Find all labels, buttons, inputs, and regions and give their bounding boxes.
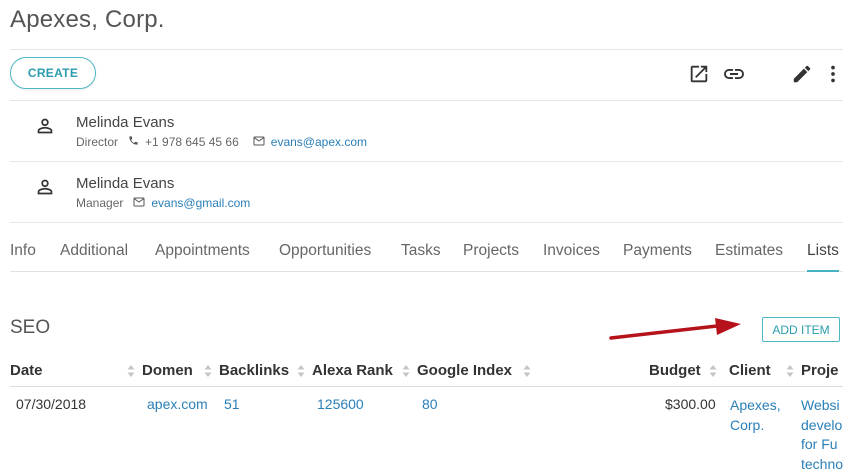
cell-budget: $300.00: [665, 396, 716, 412]
tab-estimates[interactable]: Estimates: [715, 242, 783, 272]
tab-lists[interactable]: Lists: [807, 242, 839, 272]
contact-role: Director: [76, 135, 119, 149]
contact-email-link[interactable]: evans@gmail.com: [151, 196, 250, 210]
cell-alexa-rank-link[interactable]: 125600: [317, 396, 364, 412]
email-icon: [133, 196, 145, 210]
sort-icon[interactable]: [204, 364, 212, 378]
column-header-client[interactable]: Client: [729, 362, 771, 379]
sort-icon[interactable]: [127, 364, 135, 378]
contact-email-link[interactable]: evans@apex.com: [271, 135, 367, 149]
client-line: Corp.: [730, 416, 765, 433]
link-icon[interactable]: [722, 62, 746, 86]
tab-tasks[interactable]: Tasks: [401, 242, 441, 272]
email-icon: [253, 135, 265, 149]
annotation-arrow-icon: [609, 318, 741, 340]
sort-icon[interactable]: [786, 364, 794, 378]
contact-meta: Director +1 978 645 45 66 evans@apex.com: [76, 135, 367, 149]
tab-appointments[interactable]: Appointments: [155, 242, 250, 272]
create-button[interactable]: CREATE: [10, 57, 96, 89]
column-header-domen[interactable]: Domen: [142, 362, 193, 379]
header-divider: [10, 49, 843, 50]
sort-icon[interactable]: [709, 364, 717, 378]
page-title: Apexes, Corp.: [10, 6, 165, 33]
edit-pencil-icon[interactable]: [790, 62, 814, 86]
column-header-date[interactable]: Date: [10, 362, 43, 379]
tab-projects[interactable]: Projects: [463, 242, 519, 272]
phone-icon: [128, 135, 139, 149]
column-header-alexa-rank[interactable]: Alexa Rank: [312, 362, 393, 379]
cell-date: 07/30/2018: [16, 396, 87, 412]
sort-icon[interactable]: [297, 364, 305, 378]
client-line: Apexes,: [730, 397, 781, 413]
tab-payments[interactable]: Payments: [623, 242, 692, 272]
project-line: Websi: [801, 397, 840, 413]
table-row[interactable]: 07/30/2018 apex.com 51 125600 80 $300.00…: [10, 388, 843, 473]
tab-bar: Info Additional Appointments Opportuniti…: [10, 240, 843, 272]
contact-phone[interactable]: +1 978 645 45 66: [145, 135, 239, 149]
tab-additional[interactable]: Additional: [60, 242, 128, 272]
more-vert-icon[interactable]: [821, 62, 843, 86]
cell-backlinks-link[interactable]: 51: [224, 396, 240, 412]
contact-meta: Manager evans@gmail.com: [76, 196, 250, 210]
project-line: for Fu: [801, 436, 838, 452]
table-header: Date Domen Backlinks Alexa Rank Google I…: [10, 358, 843, 387]
person-icon: [34, 115, 56, 137]
cell-domen-link[interactable]: apex.com: [147, 396, 208, 412]
column-header-backlinks[interactable]: Backlinks: [219, 362, 289, 379]
column-header-budget[interactable]: Budget: [649, 362, 701, 379]
cell-google-index-link[interactable]: 80: [422, 396, 438, 412]
project-line: techno: [801, 455, 843, 472]
contact-card[interactable]: Melinda Evans Manager evans@gmail.com: [10, 162, 843, 223]
contact-card[interactable]: Melinda Evans Director +1 978 645 45 66 …: [10, 101, 843, 162]
contact-role: Manager: [76, 196, 124, 210]
project-line: develo: [801, 416, 843, 433]
cell-project-link[interactable]: Websi develo for Fu techno: [801, 396, 843, 473]
column-header-project[interactable]: Proje: [801, 362, 839, 379]
sort-icon[interactable]: [523, 364, 531, 378]
list-title: SEO: [10, 317, 51, 338]
tab-opportunities[interactable]: Opportunities: [279, 242, 371, 272]
contact-name: Melinda Evans: [76, 175, 175, 192]
contact-name: Melinda Evans: [76, 114, 175, 131]
column-header-google-index[interactable]: Google Index: [417, 362, 512, 379]
person-icon: [34, 176, 56, 198]
sort-icon[interactable]: [402, 364, 410, 378]
add-item-button[interactable]: ADD ITEM: [762, 317, 840, 342]
tab-info[interactable]: Info: [10, 242, 36, 272]
tab-invoices[interactable]: Invoices: [543, 242, 600, 272]
open-external-icon[interactable]: [687, 62, 711, 86]
cell-client-link[interactable]: Apexes, Corp.: [730, 396, 800, 435]
